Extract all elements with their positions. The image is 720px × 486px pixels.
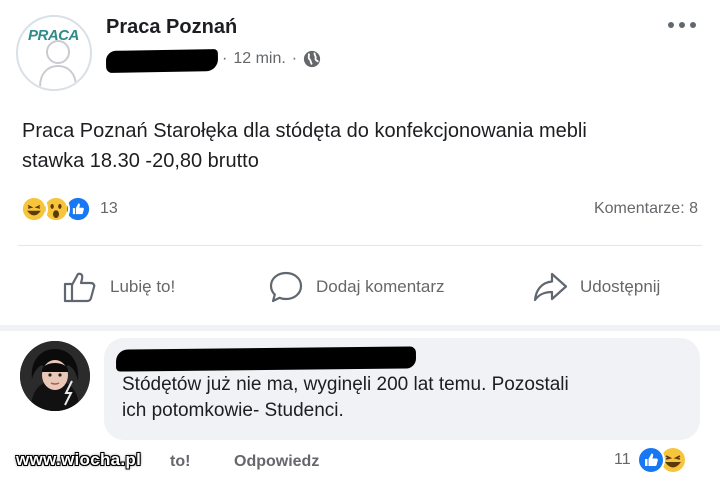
comment-reply-link[interactable]: Odpowiedz bbox=[234, 453, 319, 471]
commenter-avatar[interactable] bbox=[20, 341, 90, 411]
comment-button[interactable]: Dodaj komentarz bbox=[268, 262, 445, 312]
comment-reaction-count: 11 bbox=[614, 451, 631, 468]
redacted-commenter-name bbox=[115, 346, 417, 372]
post-actions-bar: Lubię to! Dodaj komentarz Udostępnij bbox=[0, 262, 720, 312]
more-icon bbox=[668, 22, 674, 28]
redacted-author-name bbox=[105, 49, 219, 73]
thumbs-up-icon bbox=[63, 272, 96, 303]
comment-label: Dodaj komentarz bbox=[316, 277, 445, 296]
comment-icon bbox=[269, 271, 303, 303]
comment-reactions[interactable]: 11 bbox=[614, 446, 687, 474]
group-avatar[interactable]: PRACA bbox=[16, 15, 92, 91]
share-label: Udostępnij bbox=[580, 277, 661, 296]
comment-text-line: ich potomkowie- Studenci. bbox=[122, 400, 344, 421]
comment-text-line: Stódętów już nie ma, wyginęli 200 lat te… bbox=[122, 374, 569, 395]
group-name[interactable]: Praca Poznań bbox=[106, 16, 237, 39]
meta-dot: · bbox=[222, 50, 228, 67]
globe-icon bbox=[304, 50, 321, 68]
like-button[interactable]: Lubię to! bbox=[62, 262, 175, 312]
post-text: Praca Poznań Starołęka dla stódęta do ko… bbox=[22, 116, 692, 176]
divider bbox=[18, 245, 702, 246]
post-text-line: Praca Poznań Starołęka dla stódęta do ko… bbox=[22, 120, 587, 142]
meta-dot: · bbox=[291, 50, 298, 67]
reaction-count: 13 bbox=[100, 200, 118, 217]
post-meta: · 12 min. · bbox=[222, 50, 321, 68]
section-separator bbox=[0, 325, 720, 331]
avatar-illustration bbox=[20, 341, 90, 411]
comment-like-link[interactable]: to! bbox=[170, 453, 190, 471]
share-button[interactable]: Udostępnij bbox=[532, 262, 660, 312]
haha-reaction-icon bbox=[20, 195, 48, 223]
post-time[interactable]: 12 min. bbox=[233, 50, 285, 68]
reactions-summary[interactable]: 13 bbox=[20, 195, 118, 223]
share-icon bbox=[533, 272, 568, 302]
more-options-button[interactable] bbox=[668, 22, 696, 28]
like-reaction-icon bbox=[636, 446, 665, 474]
like-label: Lubię to! bbox=[110, 277, 176, 296]
post-text-line: stawka 18.30 -20,80 brutto bbox=[22, 150, 259, 172]
default-person-icon bbox=[39, 40, 77, 87]
watermark: www.wiocha.pl bbox=[16, 450, 142, 469]
comments-count[interactable]: Komentarze: 8 bbox=[594, 200, 698, 218]
comment-text: Stódętów już nie ma, wyginęli 200 lat te… bbox=[122, 372, 692, 424]
